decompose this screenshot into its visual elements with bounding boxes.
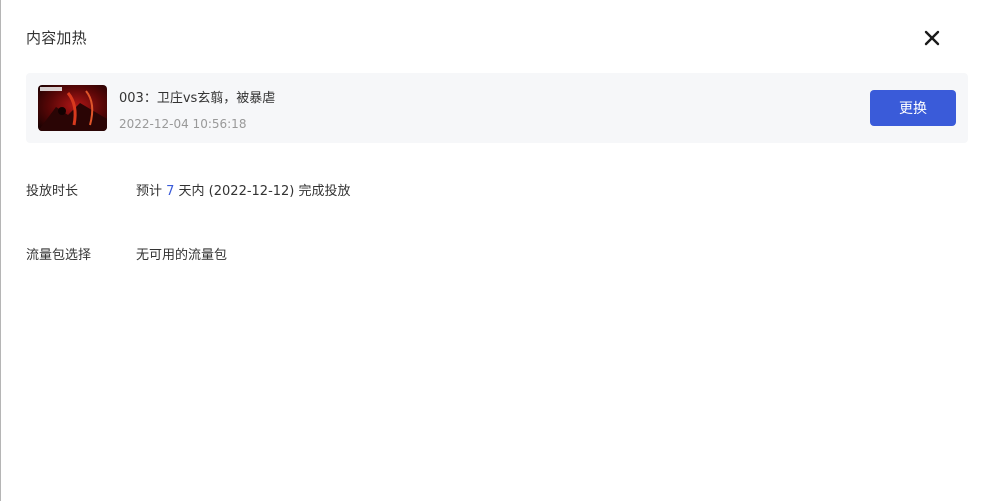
duration-prefix: 预计 <box>136 184 167 199</box>
close-icon[interactable] <box>921 27 943 49</box>
duration-suffix: 天内 (2022-12-12) 完成投放 <box>174 184 351 199</box>
replace-button[interactable]: 更换 <box>870 90 956 126</box>
video-timestamp: 2022-12-04 10:56:18 <box>119 117 247 131</box>
selected-video-card: 003：卫庄vs玄翦，被暴虐 2022-12-04 10:56:18 更换 <box>26 73 968 143</box>
traffic-package-value: 无可用的流量包 <box>136 248 228 263</box>
heat-dialog: 内容加热 003：卫庄vs玄翦，被暴虐 2022-12-04 10:56:18 … <box>0 0 991 501</box>
video-thumbnail <box>38 85 107 131</box>
duration-value: 预计 7 天内 (2022-12-12) 完成投放 <box>136 180 351 199</box>
traffic-package-label: 流量包选择 <box>26 248 92 263</box>
duration-label: 投放时长 <box>26 184 79 199</box>
video-title: 003：卫庄vs玄翦，被暴虐 <box>119 91 276 106</box>
dialog-title: 内容加热 <box>26 29 87 47</box>
